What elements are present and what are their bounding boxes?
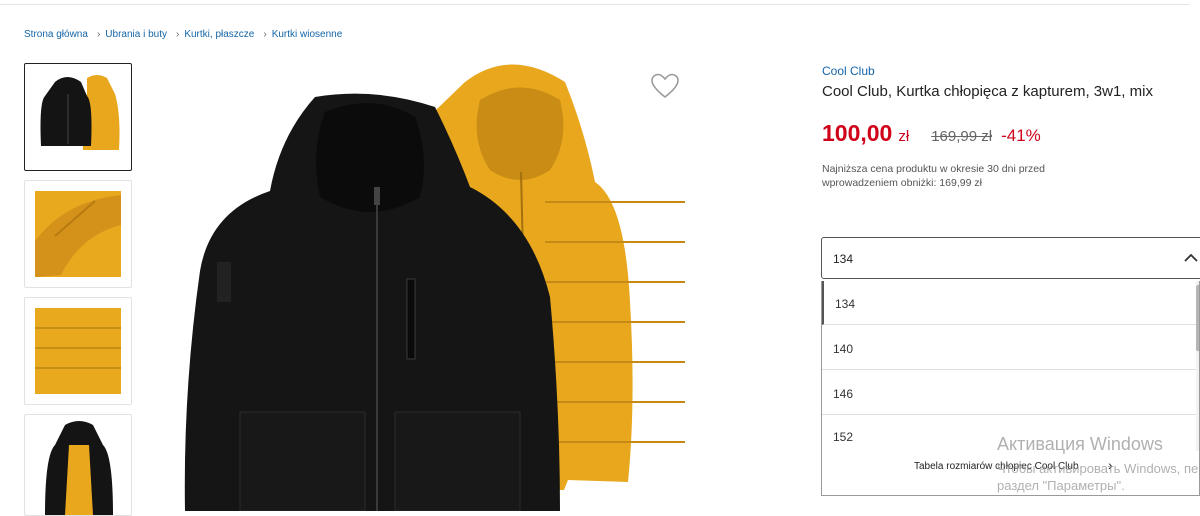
watermark-line: раздел "Параметры".	[997, 478, 1125, 493]
discount-badge: -41%	[1001, 126, 1041, 145]
size-option[interactable]: 146	[822, 371, 1196, 415]
size-option-label: 140	[833, 342, 854, 356]
watermark-line: Чтобы активировать Windows, перейдите в	[997, 461, 1200, 476]
chevron-right-icon: ›	[175, 29, 180, 40]
breadcrumb-spring-jackets[interactable]: Kurtki wiosenne	[272, 29, 343, 40]
chevron-right-icon: ›	[263, 29, 267, 40]
breadcrumb: Strona główna › Ubrania i buty › Kurtki,…	[24, 29, 342, 40]
thumbnail-black-jacket-yellow-lining[interactable]	[24, 414, 132, 516]
chevron-right-icon: ›	[96, 29, 101, 40]
current-price: 100,00	[822, 120, 893, 146]
windows-activation-watermark: Активация Windows Чтобы активировать Win…	[997, 434, 1200, 493]
top-divider	[0, 0, 1190, 5]
size-select[interactable]: 134	[821, 237, 1200, 279]
size-select-value: 134	[833, 252, 854, 266]
thumbnail-yellow-jacket-sleeve-detail[interactable]	[24, 297, 132, 405]
thumbnail-black-and-yellow-jackets[interactable]	[24, 63, 132, 171]
main-product-image	[165, 62, 725, 511]
brand-link[interactable]: Cool Club	[822, 64, 875, 78]
size-option[interactable]: 140	[822, 326, 1196, 370]
old-price: 169,99 zł	[931, 128, 993, 145]
breadcrumb-home[interactable]: Strona główna	[24, 29, 88, 40]
size-option[interactable]: 134	[822, 281, 1196, 325]
thumbnail-yellow-jacket-hood-detail[interactable]	[24, 180, 132, 288]
size-option-label: 134	[835, 297, 856, 311]
size-option-label: 146	[833, 387, 854, 401]
chevron-up-icon	[1184, 253, 1198, 262]
product-title: Cool Club, Kurtka chłopięca z kapturem, …	[822, 83, 1153, 100]
lowest-price-note: Najniższa cena produktu w okresie 30 dni…	[822, 163, 1045, 189]
price-currency: zł	[898, 128, 910, 145]
price-row: 100,00 zł 169,99 zł -41%	[822, 120, 1041, 147]
breadcrumb-clothes-shoes[interactable]: Ubrania i buty	[105, 29, 167, 40]
watermark-title: Активация Windows	[997, 434, 1163, 454]
heart-icon[interactable]	[650, 72, 680, 100]
dropdown-scrollbar-thumb[interactable]	[1196, 285, 1199, 351]
size-option-label: 152	[833, 430, 854, 444]
breadcrumb-jackets-coats[interactable]: Kurtki, płaszcze	[184, 29, 254, 40]
